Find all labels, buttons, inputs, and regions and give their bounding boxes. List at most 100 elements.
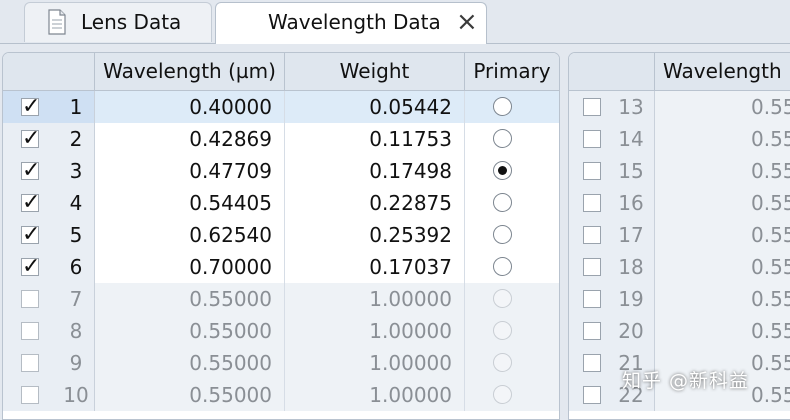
row-checkbox[interactable]	[583, 322, 601, 340]
table-row[interactable]: 170.55	[569, 219, 790, 251]
row-header: 18	[569, 251, 655, 283]
wavelength-cell[interactable]: 0.55000	[95, 283, 285, 315]
wavelength-cell[interactable]: 0.40000	[95, 91, 285, 123]
primary-cell	[465, 155, 559, 187]
row-checkbox[interactable]	[21, 219, 40, 251]
header-weight[interactable]: Weight	[285, 53, 465, 90]
primary-cell	[465, 283, 559, 315]
primary-radio[interactable]	[493, 257, 512, 276]
row-checkbox[interactable]	[21, 354, 39, 372]
table-row[interactable]: 1 0.400000.05442	[3, 91, 559, 123]
table-row[interactable]: 160.55	[569, 187, 790, 219]
weight-cell[interactable]: 1.00000	[285, 283, 465, 315]
primary-radio[interactable]	[493, 289, 512, 308]
table-row[interactable]: 3 0.477090.17498	[3, 155, 559, 187]
row-checkbox[interactable]	[583, 258, 601, 276]
table-row[interactable]: 7 0.55000 1.00000	[3, 283, 559, 315]
row-checkbox[interactable]	[583, 130, 601, 148]
wavelength-cell[interactable]: 0.55	[655, 187, 790, 219]
weight-cell[interactable]: 0.25392	[285, 219, 465, 251]
table-row[interactable]: 6 0.700000.17037	[3, 251, 559, 283]
weight-cell[interactable]: 0.17498	[285, 155, 465, 187]
row-checkbox[interactable]	[583, 226, 601, 244]
wavelength-cell[interactable]: 0.62540	[95, 219, 285, 251]
weight-cell[interactable]: 1.00000	[285, 379, 465, 411]
wavelength-cell[interactable]: 0.55000	[95, 347, 285, 379]
wavelength-cell[interactable]: 0.55000	[95, 315, 285, 347]
header-wavelength-right[interactable]: Wavelength	[655, 53, 790, 90]
wavelength-cell[interactable]: 0.54405	[95, 187, 285, 219]
table-row[interactable]: 9 0.55000 1.00000	[3, 347, 559, 379]
row-checkbox[interactable]	[21, 123, 40, 155]
wavelength-cell[interactable]: 0.55	[655, 155, 790, 187]
primary-radio[interactable]	[493, 97, 512, 116]
primary-radio[interactable]	[493, 129, 512, 148]
row-checkbox[interactable]	[583, 290, 601, 308]
primary-radio[interactable]	[493, 225, 512, 244]
table-row[interactable]: 4 0.544050.22875	[3, 187, 559, 219]
wavelength-cell[interactable]: 0.55	[655, 315, 790, 347]
row-index: 18	[618, 255, 644, 279]
table-row[interactable]: 5 0.625400.25392	[3, 219, 559, 251]
weight-cell[interactable]: 1.00000	[285, 315, 465, 347]
table-row[interactable]: 200.55	[569, 315, 790, 347]
row-checkbox[interactable]	[21, 322, 39, 340]
row-checkbox[interactable]	[583, 98, 601, 116]
table-row[interactable]: 8 0.55000 1.00000	[3, 315, 559, 347]
wavelength-cell[interactable]: 0.55	[655, 123, 790, 155]
table-row[interactable]: 180.55	[569, 251, 790, 283]
weight-cell[interactable]: 0.11753	[285, 123, 465, 155]
weight-cell[interactable]: 0.17037	[285, 251, 465, 283]
row-index: 10	[63, 383, 89, 407]
table-row[interactable]: 140.55	[569, 123, 790, 155]
wavelength-cell[interactable]: 0.55	[655, 91, 790, 123]
header-primary[interactable]: Primary	[465, 53, 559, 90]
row-index: 20	[618, 319, 644, 343]
row-header: 16	[569, 187, 655, 219]
table-row[interactable]: 10 0.55000 1.00000	[3, 379, 559, 411]
tab-lens-data[interactable]: Lens Data	[24, 2, 212, 42]
wavelength-cell[interactable]: 0.55	[655, 283, 790, 315]
table-row[interactable]: 190.55	[569, 283, 790, 315]
wavelength-cell[interactable]: 0.47709	[95, 155, 285, 187]
tab-wavelength-data[interactable]: Wavelength Data ×	[215, 2, 487, 44]
primary-radio[interactable]	[493, 193, 512, 212]
row-checkbox[interactable]	[21, 187, 40, 219]
close-icon[interactable]: ×	[456, 8, 478, 36]
wavelength-cell[interactable]: 0.70000	[95, 251, 285, 283]
wavelength-cell[interactable]: 0.55	[655, 251, 790, 283]
weight-cell[interactable]: 0.05442	[285, 91, 465, 123]
row-checkbox[interactable]	[21, 91, 40, 123]
table-header-right: Wavelength	[569, 53, 790, 91]
wavelength-cell[interactable]: 0.55000	[95, 379, 285, 411]
header-wavelength[interactable]: Wavelength (µm)	[95, 53, 285, 90]
row-header: 20	[569, 315, 655, 347]
primary-radio[interactable]	[493, 321, 512, 340]
table-row[interactable]: 150.55	[569, 155, 790, 187]
weight-cell[interactable]: 0.22875	[285, 187, 465, 219]
row-checkbox[interactable]	[21, 155, 40, 187]
row-checkbox[interactable]	[583, 386, 601, 404]
primary-radio[interactable]	[493, 385, 512, 404]
wavelength-cell[interactable]: 0.42869	[95, 123, 285, 155]
table-row[interactable]: 2 0.428690.11753	[3, 123, 559, 155]
wavelength-table-right: Wavelength 130.55140.55150.55160.55170.5…	[568, 52, 790, 420]
row-checkbox[interactable]	[21, 251, 40, 283]
primary-cell	[465, 379, 559, 411]
row-checkbox[interactable]	[21, 290, 39, 308]
header-corner-right	[569, 53, 655, 90]
weight-cell[interactable]: 1.00000	[285, 347, 465, 379]
row-checkbox[interactable]	[583, 354, 601, 372]
row-index: 13	[618, 95, 644, 119]
wavelength-value: 0.55	[751, 351, 790, 375]
wavelength-cell[interactable]: 0.55	[655, 219, 790, 251]
row-index: 15	[618, 159, 644, 183]
wavelength-value: 0.55	[751, 191, 790, 215]
row-checkbox[interactable]	[21, 386, 39, 404]
primary-radio[interactable]	[493, 353, 512, 372]
wavelength-value: 0.55	[751, 223, 790, 247]
table-row[interactable]: 130.55	[569, 91, 790, 123]
row-checkbox[interactable]	[583, 162, 601, 180]
row-checkbox[interactable]	[583, 194, 601, 212]
primary-radio[interactable]	[493, 161, 512, 180]
